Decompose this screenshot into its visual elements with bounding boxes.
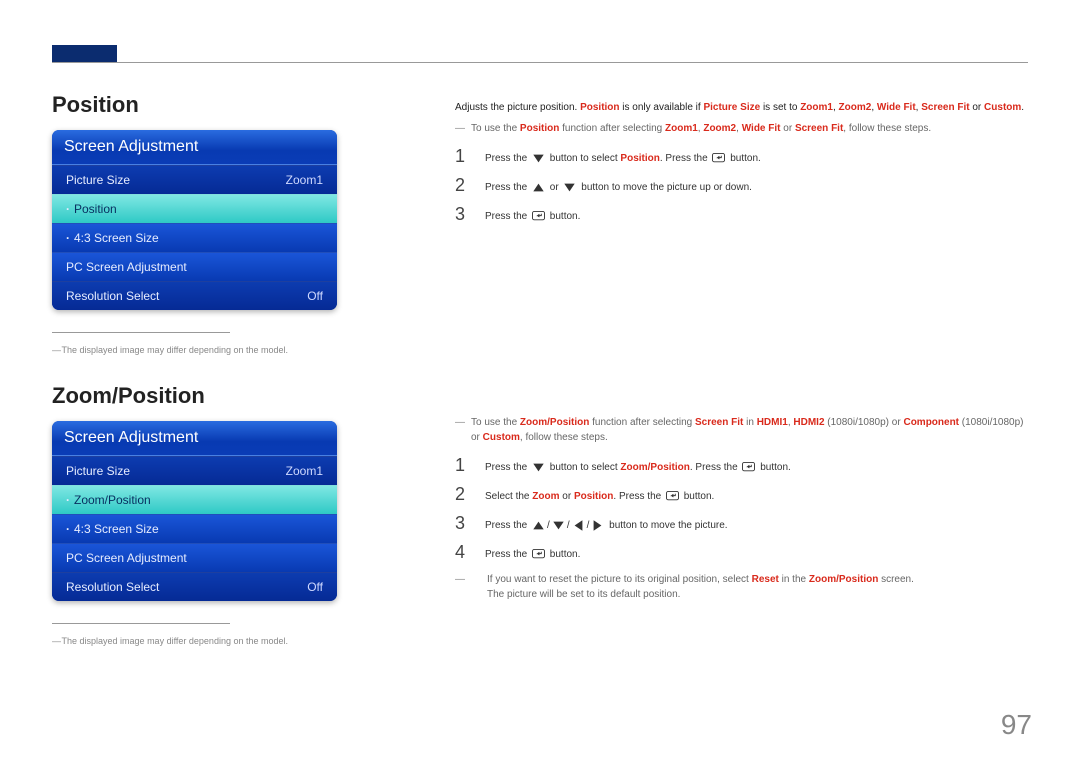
down-arrow-icon [532, 461, 545, 474]
zoom-steps: Press the button to select Zoom/Position… [455, 455, 1028, 566]
disclaimer-text: The displayed image may differ depending… [52, 345, 412, 355]
osd-row-pc-screen-adjustment[interactable]: PC Screen Adjustment [52, 543, 337, 572]
down-arrow-icon [563, 181, 576, 194]
section-title-zoom-position: Zoom/Position [52, 383, 412, 409]
position-intro: Adjusts the picture position. Position i… [455, 100, 1028, 115]
enter-icon [666, 490, 679, 503]
step-3: Press the button. [455, 204, 1028, 228]
osd-label: Resolution Select [66, 289, 159, 303]
enter-icon [742, 461, 755, 474]
down-arrow-icon [552, 519, 565, 532]
osd-row-zoom-position-selected[interactable]: Zoom/Position [52, 485, 337, 514]
osd-header: Screen Adjustment [52, 421, 337, 456]
left-arrow-icon [572, 519, 585, 532]
osd-row-43-screen-size[interactable]: 4:3 Screen Size [52, 223, 337, 252]
osd-row-resolution-select[interactable]: Resolution Select Off [52, 572, 337, 601]
osd-label: Position [74, 202, 117, 216]
section-title-position: Position [52, 92, 412, 118]
step-2: Select the Zoom or Position. Press the b… [455, 484, 1028, 508]
osd-label: 4:3 Screen Size [74, 522, 159, 536]
osd-label: Resolution Select [66, 580, 159, 594]
osd-value: Off [307, 580, 323, 594]
osd-row-position-selected[interactable]: Position [52, 194, 337, 223]
up-arrow-icon [532, 181, 545, 194]
osd-label: Picture Size [66, 464, 130, 478]
osd-label: Picture Size [66, 173, 130, 187]
osd-label: Zoom/Position [74, 493, 151, 507]
left-column: Position Screen Adjustment Picture Size … [52, 92, 412, 674]
position-steps: Press the button to select Position. Pre… [455, 146, 1028, 228]
osd-value: Zoom1 [286, 173, 323, 187]
step-3: Press the /// button to move the picture… [455, 513, 1028, 537]
page-number: 97 [1001, 709, 1032, 741]
right-arrow-icon [591, 519, 604, 532]
down-arrow-icon [532, 152, 545, 165]
header-accent [52, 45, 117, 62]
disclaimer-text: The displayed image may differ depending… [52, 636, 412, 646]
position-note: To use the Position function after selec… [455, 121, 1028, 136]
step-2: Press the or button to move the picture … [455, 175, 1028, 199]
osd-panel-zoom: Screen Adjustment Picture Size Zoom1 Zoo… [52, 421, 337, 601]
osd-row-pc-screen-adjustment[interactable]: PC Screen Adjustment [52, 252, 337, 281]
osd-row-picture-size[interactable]: Picture Size Zoom1 [52, 456, 337, 485]
osd-value: Zoom1 [286, 464, 323, 478]
osd-label: PC Screen Adjustment [66, 551, 187, 565]
right-column: Adjusts the picture position. Position i… [455, 100, 1028, 612]
osd-row-43-screen-size[interactable]: 4:3 Screen Size [52, 514, 337, 543]
osd-header: Screen Adjustment [52, 130, 337, 165]
zoom-note-1: To use the Zoom/Position function after … [455, 415, 1028, 445]
enter-icon [532, 210, 545, 223]
divider [52, 623, 230, 624]
osd-label: 4:3 Screen Size [74, 231, 159, 245]
step-1: Press the button to select Position. Pre… [455, 146, 1028, 170]
step-4: Press the button. [455, 542, 1028, 566]
osd-row-resolution-select[interactable]: Resolution Select Off [52, 281, 337, 310]
osd-panel-position: Screen Adjustment Picture Size Zoom1 Pos… [52, 130, 337, 310]
zoom-note-2: If you want to reset the picture to its … [455, 572, 1028, 602]
osd-value: Off [307, 289, 323, 303]
up-arrow-icon [532, 519, 545, 532]
enter-icon [712, 152, 725, 165]
step-1: Press the button to select Zoom/Position… [455, 455, 1028, 479]
enter-icon [532, 548, 545, 561]
header-rule [52, 62, 1028, 63]
divider [52, 332, 230, 333]
osd-label: PC Screen Adjustment [66, 260, 187, 274]
osd-row-picture-size[interactable]: Picture Size Zoom1 [52, 165, 337, 194]
